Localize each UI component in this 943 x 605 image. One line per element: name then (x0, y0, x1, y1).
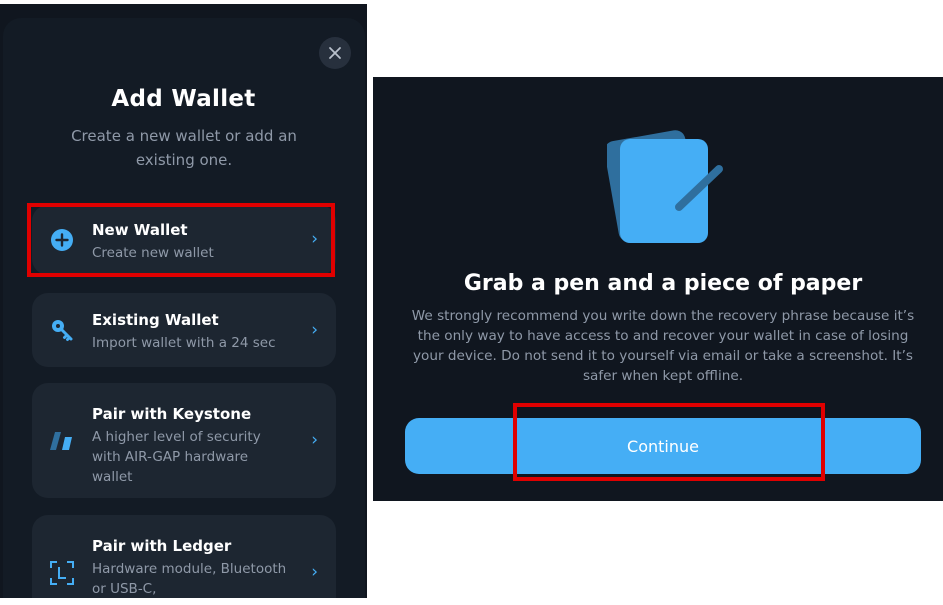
paper-pen-icon (607, 130, 723, 243)
highlight-box (513, 403, 825, 481)
add-wallet-screen: Add Wallet Create a new wallet or add an… (0, 4, 367, 605)
option-title: Pair with Ledger (92, 537, 232, 555)
backup-instructions: We strongly recommend you write down the… (411, 308, 915, 384)
close-button[interactable] (319, 37, 351, 69)
modal-title: Add Wallet (111, 86, 256, 112)
option-title: Pair with Keystone (92, 405, 252, 423)
chevron-right-icon: › (311, 430, 318, 450)
highlight-box (27, 203, 335, 277)
chevron-right-icon: › (311, 562, 318, 582)
modal-subtitle: Create a new wallet or add an existing o… (71, 127, 297, 169)
pair-ledger-option[interactable]: Pair with Ledger Hardware module, Blueto… (32, 515, 336, 605)
close-icon (329, 47, 341, 59)
option-description: Hardware module, Bluetooth or USB-C, (92, 561, 287, 597)
chevron-right-icon: › (311, 320, 318, 340)
option-description: Import wallet with a 24 sec (92, 335, 276, 351)
ledger-icon (47, 558, 77, 588)
backup-title: Grab a pen and a piece of paper (463, 271, 863, 296)
pair-keystone-option[interactable]: Pair with Keystone A higher level of sec… (32, 383, 336, 498)
keystone-icon (47, 426, 77, 456)
option-description: A higher level of security with AIR-GAP … (92, 429, 261, 485)
crop-edge (0, 598, 367, 605)
screenshot-stage: Add Wallet Create a new wallet or add an… (0, 0, 943, 605)
option-title: Existing Wallet (92, 311, 219, 329)
existing-wallet-option[interactable]: Existing Wallet Import wallet with a 24 … (32, 293, 336, 367)
key-icon (47, 315, 77, 345)
